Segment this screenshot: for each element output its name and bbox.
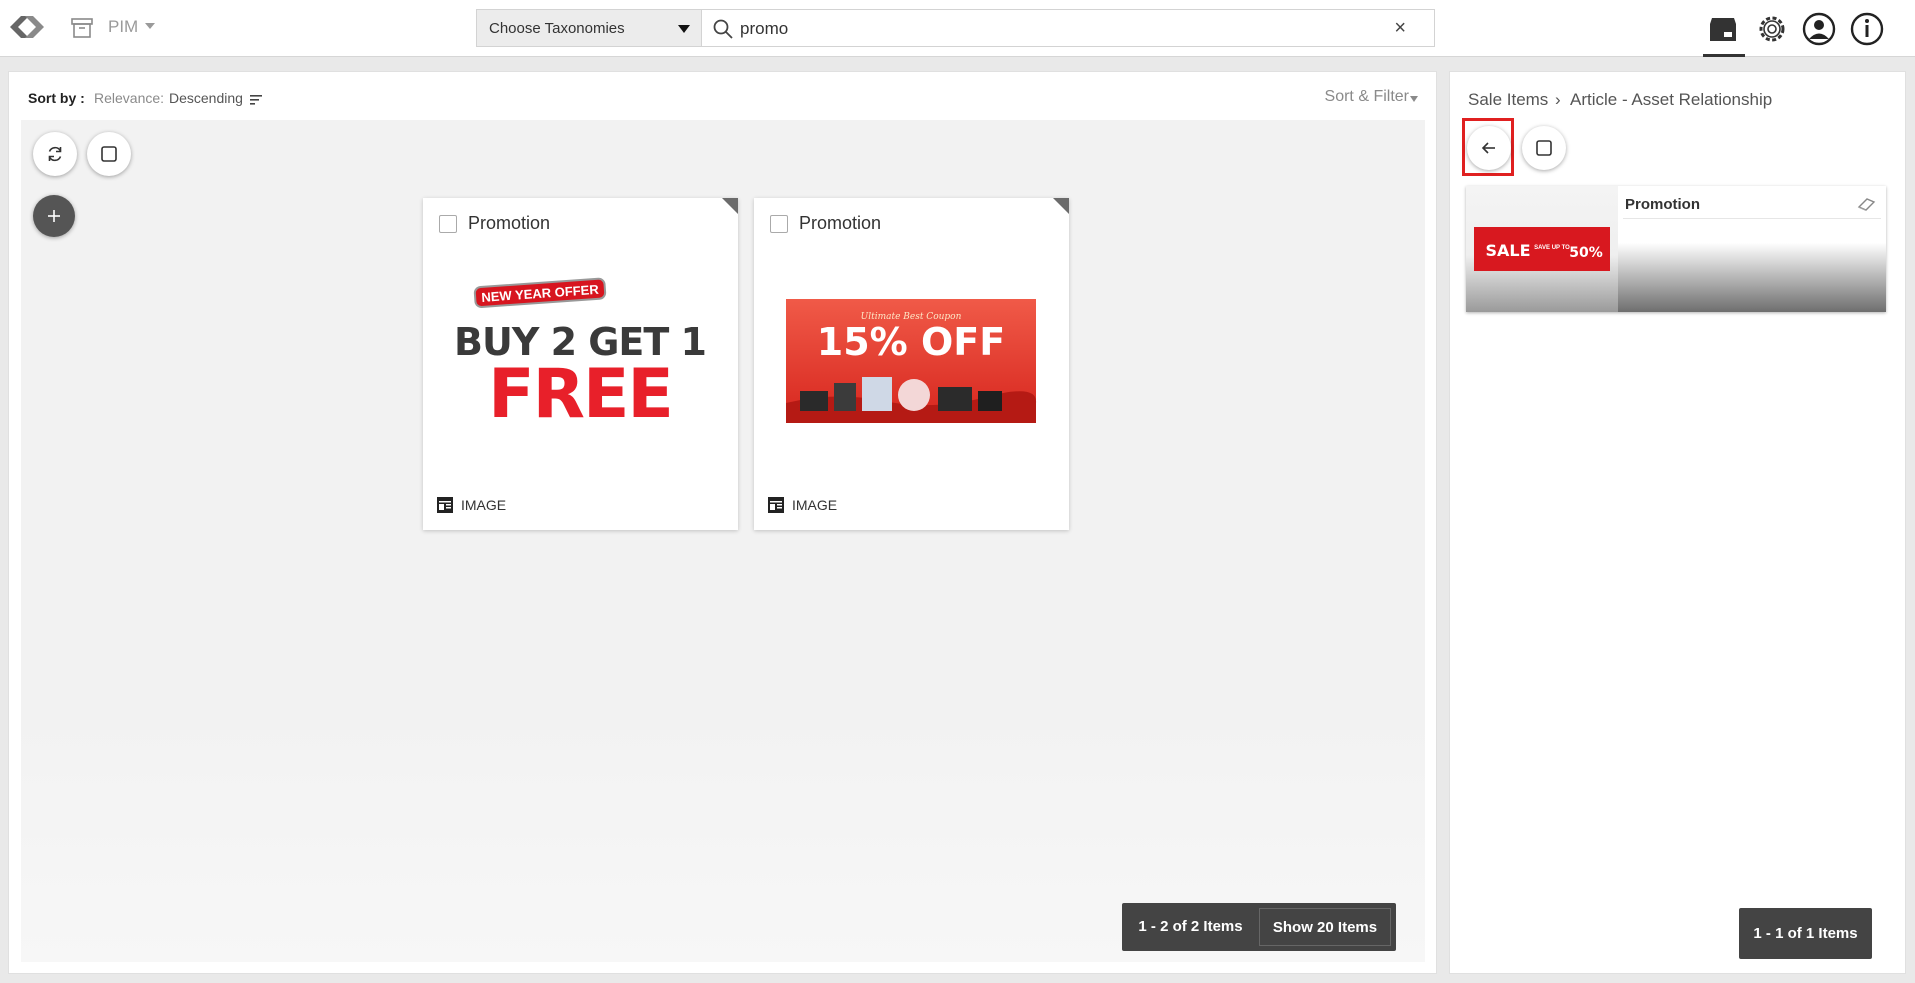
gear-icon[interactable] [1752, 9, 1792, 49]
sale-50-image: SALE SAVE UP TO 50% [1474, 227, 1610, 271]
sort-order[interactable]: Descending [169, 90, 243, 106]
related-asset-thumbnail: SALE SAVE UP TO 50% [1466, 186, 1618, 312]
active-tab-indicator [1703, 54, 1745, 57]
add-button[interactable] [33, 195, 75, 237]
card-checkbox[interactable] [770, 215, 788, 233]
asset-box-icon[interactable] [1703, 9, 1743, 49]
caret-down-icon[interactable] [1410, 96, 1418, 102]
breadcrumb-current: Article - Asset Relationship [1570, 90, 1773, 109]
refresh-icon [48, 146, 62, 162]
page-size-button[interactable]: Show 20 Items [1259, 908, 1391, 946]
asset-card[interactable]: Promotion NEW YEAR OFFER BUY 2 GET 1 FRE… [423, 198, 738, 530]
card-checkbox[interactable] [439, 215, 457, 233]
image-type-icon [437, 497, 453, 513]
promo-headline-text: 15% OFF [817, 320, 1005, 364]
related-asset-card[interactable]: SALE SAVE UP TO 50% Promotion [1466, 186, 1886, 312]
select-all-button[interactable] [87, 132, 131, 176]
arrow-left-icon [1481, 142, 1495, 154]
app-logo-icon[interactable] [4, 9, 50, 45]
taxonomy-select[interactable]: Choose Taxonomies [476, 9, 702, 47]
divider [1623, 218, 1881, 219]
save-text: SAVE UP TO [1534, 245, 1570, 251]
card-type-label: IMAGE [792, 497, 838, 513]
related-pager: 1 - 1 of 1 Items [1739, 908, 1872, 959]
related-asset-title: Promotion [1625, 196, 1700, 213]
image-type-icon [768, 497, 784, 513]
promo-image-buy2get1[interactable]: NEW YEAR OFFER BUY 2 GET 1 FREE [423, 263, 738, 463]
search-input[interactable] [740, 16, 1360, 42]
card-title: Promotion [799, 213, 882, 233]
pager-range: 1 - 2 of 2 Items [1138, 918, 1243, 935]
app-switcher-label[interactable]: PIM [108, 17, 138, 37]
card-title: Promotion [468, 213, 551, 233]
card-type-label: IMAGE [461, 497, 507, 513]
results-canvas: Promotion NEW YEAR OFFER BUY 2 GET 1 FRE… [21, 120, 1425, 962]
sort-by-label: Sort by : [28, 90, 85, 106]
breadcrumb-separator-icon: › [1555, 90, 1561, 109]
taxonomy-select-label: Choose Taxonomies [489, 20, 625, 37]
sort-descending-icon[interactable] [250, 94, 264, 106]
archive-icon[interactable] [70, 17, 94, 39]
user-profile-icon[interactable] [1799, 9, 1839, 49]
card-corner-marker [722, 198, 738, 214]
top-bar: PIM Choose Taxonomies × [0, 0, 1915, 57]
promo-line2-text: FREE [488, 355, 672, 434]
checkbox-icon [101, 146, 117, 162]
relevance-label[interactable]: Relevance: [94, 90, 164, 106]
back-button[interactable] [1467, 126, 1511, 170]
chevron-down-icon[interactable] [145, 23, 155, 29]
eraser-icon[interactable] [1856, 196, 1876, 212]
relationship-panel: Sale Items › Article - Asset Relationshi… [1449, 71, 1906, 974]
caret-down-icon [678, 25, 690, 33]
sale-text: SALE [1485, 241, 1530, 260]
breadcrumb-item[interactable]: Sale Items [1468, 90, 1548, 110]
plus-icon [48, 210, 60, 222]
sort-filter-toggle[interactable]: Sort & Filter [1325, 88, 1409, 106]
info-icon[interactable] [1847, 9, 1887, 49]
promo-image-15off[interactable]: Ultimate Best Coupon 15% OFF [754, 263, 1069, 463]
related-asset-body: Promotion [1618, 186, 1886, 312]
card-corner-marker [1053, 198, 1069, 214]
search-icon [713, 19, 733, 39]
asset-card[interactable]: Promotion Ultimate Best Coupon 15% OFF I… [754, 198, 1069, 530]
search-box: × [701, 9, 1435, 47]
percent-text: 50% [1569, 245, 1603, 261]
select-all-button[interactable] [1522, 126, 1566, 170]
refresh-button[interactable] [33, 132, 77, 176]
results-panel: Sort by : Relevance: Descending Sort & F… [8, 71, 1437, 974]
results-pager: 1 - 2 of 2 Items Show 20 Items [1122, 903, 1396, 951]
clear-search-icon[interactable]: × [1394, 17, 1406, 40]
checkbox-icon [1536, 140, 1552, 156]
